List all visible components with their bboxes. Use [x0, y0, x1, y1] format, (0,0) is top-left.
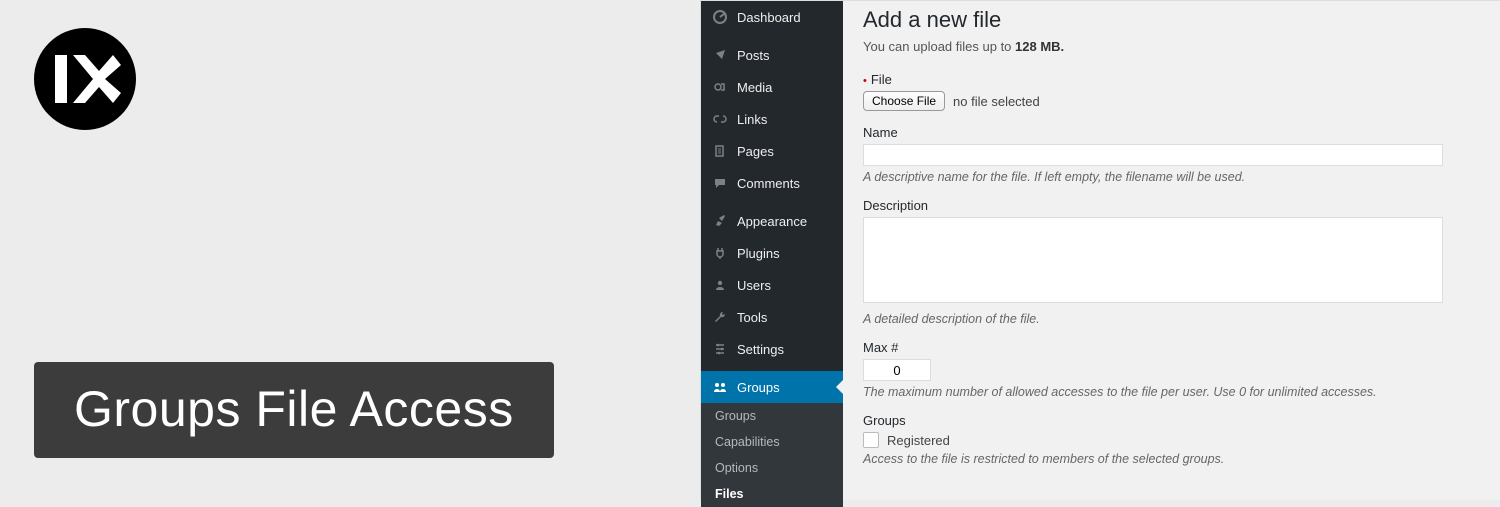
sidebar-item-label: Pages — [737, 144, 774, 159]
sidebar-item-label: Media — [737, 80, 772, 95]
registered-checkbox-label: Registered — [887, 433, 950, 448]
sidebar-item-label: Links — [737, 112, 767, 127]
sidebar-item-label: Groups — [737, 380, 780, 395]
description-input[interactable] — [863, 217, 1443, 303]
max-input[interactable] — [863, 359, 931, 381]
comment-icon — [711, 174, 729, 192]
media-icon — [711, 78, 729, 96]
sidebar-item-appearance[interactable]: Appearance — [701, 205, 843, 237]
max-label: Max # — [863, 340, 1476, 355]
plug-icon — [711, 244, 729, 262]
max-field: Max # The maximum number of allowed acce… — [863, 340, 1476, 399]
submenu-item-options[interactable]: Options — [701, 455, 843, 481]
sidebar-item-label: Tools — [737, 310, 767, 325]
file-field: •File Choose File no file selected — [863, 72, 1476, 111]
groups-label: Groups — [863, 413, 1476, 428]
groups-hint: Access to the file is restricted to memb… — [863, 452, 1476, 466]
sidebar-item-media[interactable]: Media — [701, 71, 843, 103]
description-hint: A detailed description of the file. — [863, 312, 1476, 326]
sidebar-item-label: Appearance — [737, 214, 807, 229]
submenu-item-files[interactable]: Files — [701, 481, 843, 507]
sidebar-item-label: Settings — [737, 342, 784, 357]
sidebar-item-groups[interactable]: Groups — [701, 371, 843, 403]
name-input[interactable] — [863, 144, 1443, 166]
sidebar-item-label: Users — [737, 278, 771, 293]
description-label: Description — [863, 198, 1476, 213]
groups-field: Groups Registered Access to the file is … — [863, 413, 1476, 466]
submenu-item-groups[interactable]: Groups — [701, 403, 843, 429]
required-marker: • — [863, 75, 867, 87]
wp-content: Add a new file You can upload files up t… — [843, 1, 1500, 500]
content-heading: Add a new file — [863, 7, 1476, 33]
sidebar-item-dashboard[interactable]: Dashboard — [701, 1, 843, 33]
name-field: Name A descriptive name for the file. If… — [863, 125, 1476, 184]
link-icon — [711, 110, 729, 128]
max-hint: The maximum number of allowed accesses t… — [863, 385, 1476, 399]
sidebar-item-pages[interactable]: Pages — [701, 135, 843, 167]
dashboard-icon — [711, 8, 729, 26]
sidebar-item-posts[interactable]: Posts — [701, 39, 843, 71]
name-hint: A descriptive name for the file. If left… — [863, 170, 1476, 184]
sidebar-item-label: Comments — [737, 176, 800, 191]
sidebar-item-label: Dashboard — [737, 10, 801, 25]
submenu-item-capabilities[interactable]: Capabilities — [701, 429, 843, 455]
file-label: •File — [863, 72, 1476, 87]
sidebar-item-label: Plugins — [737, 246, 780, 261]
upload-limit-value: 128 MB. — [1015, 39, 1064, 54]
wp-admin-panel: Dashboard Posts Media Links Pages Commen… — [700, 0, 1500, 500]
choose-file-button[interactable]: Choose File — [863, 91, 945, 111]
page-title: Groups File Access — [34, 362, 554, 458]
sliders-icon — [711, 340, 729, 358]
sidebar-item-users[interactable]: Users — [701, 269, 843, 301]
groups-submenu: Groups Capabilities Options Files — [701, 403, 843, 507]
pin-icon — [711, 46, 729, 64]
brush-icon — [711, 212, 729, 230]
name-label: Name — [863, 125, 1476, 140]
registered-checkbox[interactable] — [863, 432, 879, 448]
description-field: Description A detailed description of th… — [863, 198, 1476, 326]
wrench-icon — [711, 308, 729, 326]
brand-logo — [34, 28, 136, 130]
upload-limit-help: You can upload files up to 128 MB. — [863, 39, 1476, 54]
wp-sidebar: Dashboard Posts Media Links Pages Commen… — [701, 1, 843, 500]
users-icon — [711, 276, 729, 294]
sidebar-item-tools[interactable]: Tools — [701, 301, 843, 333]
sidebar-item-label: Posts — [737, 48, 770, 63]
pages-icon — [711, 142, 729, 160]
upload-help-prefix: You can upload files up to — [863, 39, 1015, 54]
file-status: no file selected — [953, 94, 1040, 109]
sidebar-item-comments[interactable]: Comments — [701, 167, 843, 199]
groups-icon — [711, 378, 729, 396]
sidebar-item-settings[interactable]: Settings — [701, 333, 843, 365]
sidebar-item-plugins[interactable]: Plugins — [701, 237, 843, 269]
sidebar-item-links[interactable]: Links — [701, 103, 843, 135]
ix-logo-icon — [49, 43, 121, 115]
